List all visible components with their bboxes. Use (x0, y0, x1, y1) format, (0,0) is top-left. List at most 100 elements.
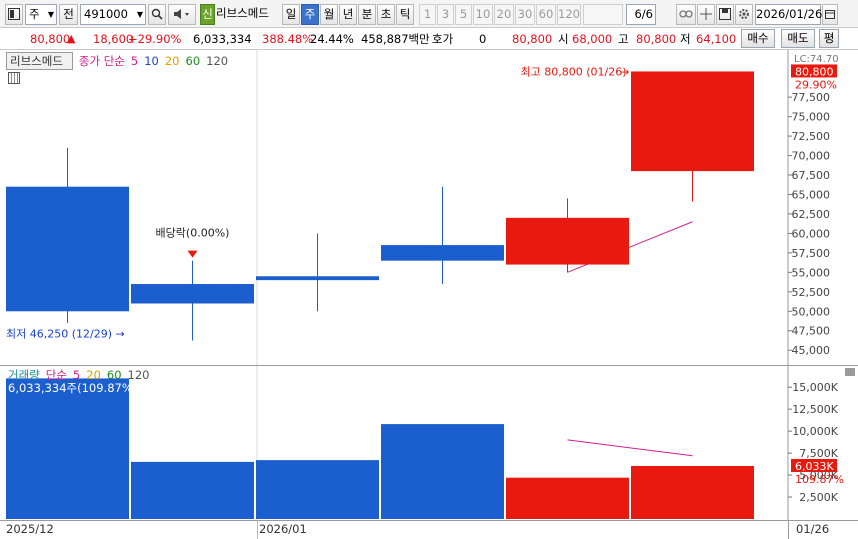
market-flag-button[interactable]: 전 (59, 4, 78, 25)
count-input[interactable]: 6/6 (626, 4, 656, 25)
price-change-pct: +29.90% (128, 32, 182, 46)
volume-bar[interactable] (256, 460, 379, 519)
date-input[interactable]: 2026/01/26 (755, 4, 822, 25)
x-axis-right-divider (788, 521, 789, 539)
eval-button[interactable]: 평 (819, 29, 839, 48)
period-week[interactable]: 주 (301, 4, 319, 25)
interval-10[interactable]: 10 (473, 4, 493, 25)
market-select-value: 주 (29, 7, 40, 21)
interval-3[interactable]: 3 (437, 4, 454, 25)
price-axis-label: 75,000 (792, 111, 831, 124)
ma5-volume-line (567, 439, 693, 457)
price-ma-5: 5 (130, 54, 139, 68)
interval-60-label: 60 (538, 7, 554, 21)
volume-bar[interactable] (381, 424, 504, 519)
sell-button-label: 매도 (787, 31, 809, 45)
candle-body[interactable] (381, 245, 504, 261)
grid-icon[interactable] (8, 70, 20, 84)
price-ma-60: 60 (185, 54, 201, 68)
price-axis-label: 57,500 (792, 247, 831, 260)
volume-bar[interactable] (631, 465, 754, 519)
code-input-value: 491000 (84, 7, 128, 21)
hoga-label: 호가 (432, 32, 454, 46)
eval-button-label: 평 (823, 31, 835, 45)
candle-body[interactable] (131, 284, 254, 304)
volume-bar[interactable] (131, 461, 254, 519)
interval-30-label: 30 (517, 7, 533, 21)
period-day[interactable]: 일 (282, 4, 300, 25)
candle-body[interactable] (506, 217, 629, 265)
period-second[interactable]: 초 (377, 4, 395, 25)
gear-icon[interactable] (735, 4, 753, 25)
high-price: 80,800 (636, 32, 677, 46)
buy-button-label: 매수 (747, 31, 769, 45)
interval-1[interactable]: 1 (419, 4, 436, 25)
interval-custom-input[interactable] (583, 4, 623, 25)
crosshair-icon[interactable] (697, 4, 715, 25)
count-total: /6 (641, 7, 653, 21)
turnover-ratio: 24.44% (310, 32, 354, 46)
price-legend: 리브스메드 종가 단순 5 10 20 60 120 (6, 52, 234, 70)
price-chart-panel[interactable]: 77,500 75,000 72,500 70,000 67,500 65,000 62,5… (0, 50, 858, 365)
volume-axis-label: 2,500K (799, 491, 838, 504)
price-axis-label: 70,000 (792, 150, 831, 163)
interval-60[interactable]: 60 (536, 4, 556, 25)
search-icon[interactable] (148, 4, 166, 25)
price-chart[interactable]: 77,500 75,000 72,500 70,000 67,500 65,000 62,5… (0, 50, 858, 365)
current-volume-pct-label: 109.87% (795, 473, 844, 486)
volume-chart-panel[interactable]: 15,000K 12,500K 10,000K 7,500K 5,000K 2,500K 6… (0, 366, 858, 520)
candle-body[interactable] (6, 186, 129, 312)
interval-1-label: 1 (423, 7, 432, 21)
volume-bar[interactable] (506, 477, 629, 519)
speaker-icon[interactable] (168, 4, 196, 25)
period-minute[interactable]: 분 (358, 4, 376, 25)
interval-20[interactable]: 20 (494, 4, 514, 25)
scroll-up-icon[interactable] (845, 368, 855, 376)
interval-30[interactable]: 30 (515, 4, 535, 25)
open-price: 68,000 (572, 32, 613, 46)
period-month-label: 월 (323, 7, 335, 21)
period-second-label: 초 (380, 7, 392, 21)
save-icon[interactable] (716, 4, 734, 25)
chevron-down-icon: ▼ (47, 10, 54, 19)
interval-120[interactable]: 120 (557, 4, 581, 25)
price-axis-label: 52,500 (792, 286, 831, 299)
interval-10-label: 10 (475, 7, 491, 21)
sell-button[interactable]: 매도 (781, 29, 815, 48)
buy-button[interactable]: 매수 (741, 29, 775, 48)
candle-body[interactable] (631, 71, 754, 172)
quote-bar: 80,800 ▲ 18,600 +29.90% 6,033,334 388.48… (0, 28, 858, 50)
period-month[interactable]: 월 (320, 4, 338, 25)
candle-body[interactable] (256, 276, 379, 281)
volume-overlay-label: 6,033,334주(109.87%) (8, 381, 138, 395)
price-axis-label: 45,000 (792, 344, 831, 357)
code-input[interactable]: 491000 ▼ (80, 4, 146, 25)
volume-bar[interactable] (6, 378, 129, 519)
price-panel-name[interactable]: 리브스메드 (6, 52, 73, 70)
x-axis[interactable]: 2025/12 2026/01 01/26 (0, 520, 858, 539)
market-select[interactable]: 주 ▼ (25, 4, 57, 25)
volume-axis-label: 7,500K (799, 447, 838, 460)
calendar-icon[interactable] (822, 4, 838, 25)
max-price-label: 최고 80,800 (01/26) (520, 65, 626, 78)
low-label: 저 (680, 32, 691, 46)
volume-value: 6,033,334 (193, 32, 252, 46)
open-label: 시 (558, 32, 569, 46)
stock-name: 리브스메드 (216, 4, 280, 25)
price-axis-label: 77,500 (792, 91, 831, 104)
period-year[interactable]: 년 (339, 4, 357, 25)
price-axis-label: 60,000 (792, 227, 831, 240)
price-axis-label: 55,000 (792, 266, 831, 279)
volume-axis-label: 15,000K (792, 381, 838, 394)
volume-ratio: 388.48% (262, 32, 314, 46)
price-axis-label: 50,000 (792, 305, 831, 318)
layout-icon[interactable] (5, 4, 23, 25)
interval-120-label: 120 (558, 7, 580, 21)
low-price: 64,100 (696, 32, 737, 46)
chain-icon[interactable] (676, 4, 696, 25)
interval-5-label: 5 (459, 7, 468, 21)
interval-5[interactable]: 5 (455, 4, 472, 25)
period-tick[interactable]: 틱 (396, 4, 414, 25)
current-price: 80,800 (30, 32, 71, 46)
dividend-arrow-icon (187, 250, 198, 258)
